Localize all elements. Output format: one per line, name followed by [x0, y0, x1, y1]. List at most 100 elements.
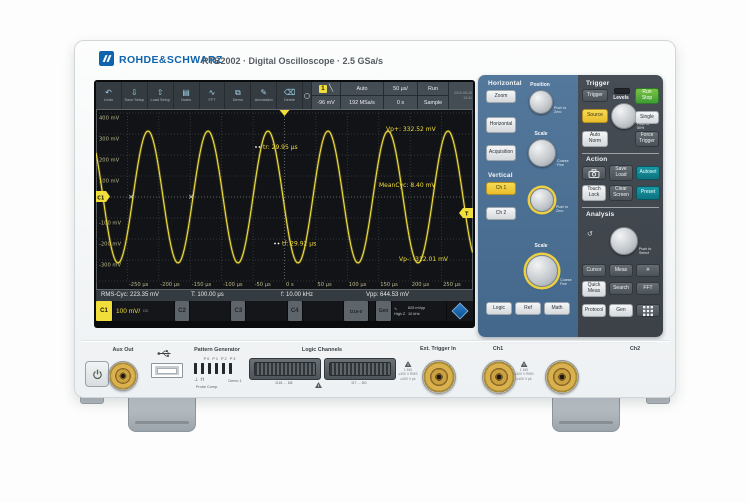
measurement-results-bar: RMS-Cyc: 223.35 mV T: 100.00 μs f: 10.00…: [96, 290, 473, 301]
toolbar-demo-button[interactable]: ⧉ Demo: [225, 82, 251, 109]
toolbar-delete-button[interactable]: ⌫ Delete: [277, 82, 302, 109]
usb-port: [151, 363, 183, 378]
logic-pod-button[interactable]: D15-0: [343, 301, 368, 321]
c1-scale-cell[interactable]: 100 mV/ DC: [113, 301, 174, 321]
svg-text:150 μs: 150 μs: [380, 282, 398, 288]
c2-channel-button[interactable]: C2: [175, 301, 189, 321]
annotation-vp-minus: Vp-: -312.01 mV: [399, 256, 449, 263]
waveform-display[interactable]: 400 mV300 mV200 mV100 mV-100 mV-200 mV-3…: [96, 109, 473, 290]
load-setup-icon: ⇧: [156, 88, 164, 97]
svg-text:200 μs: 200 μs: [412, 282, 430, 288]
c3-channel-button[interactable]: C3: [231, 301, 246, 321]
ext-trigger-warning: ! 1 MΩ ≤300 V RMS ≤400 V pk: [398, 361, 418, 381]
svg-text:0 s: 0 s: [286, 282, 294, 288]
status-horizontal-position[interactable]: 0 s: [384, 96, 417, 109]
horizontal-scale-knob[interactable]: [528, 139, 556, 167]
source-button[interactable]: Source: [582, 109, 608, 123]
status-acquisition-state[interactable]: Run: [418, 82, 448, 95]
svg-text:250 μs: 250 μs: [443, 282, 461, 288]
c1-channel-button[interactable]: C1: [96, 301, 112, 321]
intensity-button[interactable]: ☀: [636, 264, 660, 277]
warning-icon: !: [520, 361, 528, 367]
right-foot: [552, 392, 620, 432]
trigger-button[interactable]: Trigger: [582, 89, 608, 102]
model-title: RTB2002 · Digital Oscilloscope · 2.5 GSa…: [202, 55, 384, 66]
svg-text:100 μs: 100 μs: [349, 282, 367, 288]
screen-toolbar: ↶ Undo ⇩ Save Setup ⇧ Load Setup ▤ Notes…: [96, 82, 473, 109]
navigation-knob[interactable]: [610, 227, 638, 255]
apps-button[interactable]: [636, 304, 660, 317]
fft-button[interactable]: FFT: [636, 282, 660, 295]
preset-button[interactable]: Preset: [636, 186, 660, 200]
meas-button[interactable]: Meas: [609, 264, 633, 277]
ref-button[interactable]: Ref: [515, 302, 541, 315]
gen-status-button[interactable]: Gen: [375, 301, 391, 321]
power-button[interactable]: [85, 361, 109, 387]
status-trigger-source[interactable]: 1 ╲: [312, 82, 340, 95]
status-trigger-level[interactable]: -96 mV: [312, 96, 340, 109]
vertical-position-knob[interactable]: [530, 188, 554, 212]
cursor-button[interactable]: Cursor: [582, 264, 606, 277]
toolbar-annotation-button[interactable]: ✎ Annotation: [251, 82, 277, 109]
horizontal-position-knob[interactable]: [529, 90, 553, 114]
screen[interactable]: ↶ Undo ⇩ Save Setup ⇧ Load Setup ▤ Notes…: [94, 80, 475, 328]
status-timebase[interactable]: 50 μs/: [384, 82, 417, 95]
status-sample-rate[interactable]: 192 MSa/s: [341, 96, 383, 109]
pattern-pin-labels: P0 P1 P2 P3: [203, 357, 237, 361]
fft-icon: ∿: [208, 88, 216, 97]
channel-bar: C1 100 mV/ DC C2 C3 C4 D15-0 Gen ∿ 625 m…: [96, 301, 473, 321]
acquisition-button[interactable]: Acquisition: [486, 145, 516, 161]
single-button[interactable]: Single: [635, 111, 659, 124]
annotation-vp-plus: Vp+: 332.52 mV: [386, 126, 437, 133]
save-load-button[interactable]: Save Load: [609, 165, 633, 181]
toolbar-save-setup-button[interactable]: ⇩ Save Setup: [121, 82, 147, 109]
svg-text:400 mV: 400 mV: [99, 116, 120, 122]
math-button[interactable]: Math: [544, 302, 570, 315]
search-button[interactable]: Search: [609, 282, 633, 295]
annotation-fall-time: tf: 29.92 μs: [282, 241, 316, 248]
protocol-button[interactable]: Protocol: [582, 304, 606, 317]
c4-channel-button[interactable]: C4: [287, 301, 302, 321]
run-stop-button[interactable]: Run Stop: [635, 88, 659, 104]
touch-lock-button[interactable]: Touch Lock: [582, 185, 606, 201]
svg-text:-150 μs: -150 μs: [192, 282, 212, 288]
trigger-level-knob[interactable]: [611, 103, 637, 129]
status-trigger-mode[interactable]: Auto: [341, 82, 383, 95]
clear-screen-button[interactable]: Clear Screen: [609, 185, 633, 201]
rotate-icon: ↺: [587, 231, 593, 238]
gen-button[interactable]: Gen: [609, 304, 633, 317]
measurement-period: T: 100.00 μs: [191, 292, 224, 298]
measurement-frequency: f: 10.00 kHz: [281, 292, 314, 298]
force-trigger-button[interactable]: Force Trigger: [635, 131, 659, 147]
svg-text:T: T: [465, 212, 469, 218]
usb-icon: [157, 350, 171, 357]
gen-info-cell: ∿ 625 mVpp High Z 10 kHz: [391, 301, 446, 321]
quick-meas-button[interactable]: Quick Meas: [582, 281, 606, 297]
save-setup-icon: ⇩: [130, 88, 138, 97]
status-acquisition-mode[interactable]: Sample: [418, 96, 448, 109]
toolbar-fft-button[interactable]: ∿ FFT: [199, 82, 225, 109]
ch2-button[interactable]: Ch 2: [486, 207, 516, 220]
warning-icon: !: [404, 361, 412, 367]
horizontal-button[interactable]: Horizontal: [486, 117, 516, 133]
vertical-scale-knob[interactable]: [526, 255, 558, 287]
c1-coupling: DC: [143, 309, 149, 313]
menu-handle-icon[interactable]: [303, 82, 311, 109]
ch1-button[interactable]: Ch 1: [486, 182, 516, 195]
zoom-button[interactable]: Zoom: [486, 90, 516, 103]
measure-cross-1: ×: [128, 193, 134, 201]
delete-icon: ⌫: [283, 88, 296, 97]
svg-text:-200 μs: -200 μs: [160, 282, 180, 288]
logic-connector-d7-d0: [324, 358, 396, 380]
toolbar-notes-button[interactable]: ▤ Notes: [173, 82, 199, 109]
measurement-vpp: Vpp: 644.53 mV: [366, 292, 410, 298]
toolbar-load-setup-button[interactable]: ⇧ Load Setup: [147, 82, 173, 109]
annotation-icon: ✎: [260, 88, 268, 97]
screenshot-button[interactable]: [582, 166, 606, 180]
auto-norm-button[interactable]: Auto Norm: [582, 131, 608, 147]
autoset-button[interactable]: Autoset: [636, 166, 660, 180]
annotation-rise-time: tr: 29.95 μs: [263, 144, 298, 151]
logic-button[interactable]: Logic: [486, 302, 512, 315]
toolbar-undo-button[interactable]: ↶ Undo: [96, 82, 121, 109]
measurement-rms: RMS-Cyc: 223.35 mV: [101, 292, 160, 298]
